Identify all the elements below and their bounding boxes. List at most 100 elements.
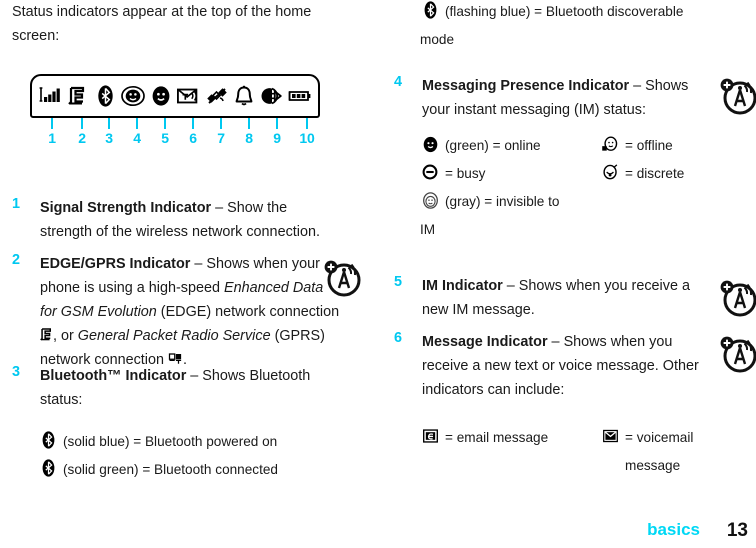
list-item-4-dash: – xyxy=(629,78,646,94)
list-item-1-number: 1 xyxy=(12,196,21,212)
manual-page: Status indicators appear at the top of t… xyxy=(0,0,756,548)
list-item-4-body: Messaging Presence Indicator – Shows you… xyxy=(422,74,712,122)
presence-status-list-left: (green) = online = busy (gray) = invisib… xyxy=(420,134,590,242)
battery-icon xyxy=(288,83,312,109)
callout-number-9: 9 xyxy=(273,130,281,146)
tip-antenna-icon xyxy=(322,258,362,298)
list-item-1-dash: – xyxy=(211,200,228,216)
bluetooth-status-text-3-wrap: mode xyxy=(420,32,455,47)
presence-row-invisible: (gray) = invisible to xyxy=(420,190,590,214)
list-item-4-number: 4 xyxy=(394,74,403,90)
list-item-6-title: Message Indicator xyxy=(422,334,548,350)
presence-discrete-icon xyxy=(600,162,620,182)
status-icon-row xyxy=(30,74,320,118)
list-item-2-text-2: (EDGE) network connection xyxy=(156,304,340,320)
page-footer: basics 13 xyxy=(0,512,756,542)
bluetooth-icon xyxy=(38,458,58,478)
presence-offline-icon xyxy=(600,134,620,154)
presence-discrete-text: = discrete xyxy=(625,166,685,181)
email-message-icon xyxy=(420,426,440,446)
bluetooth-status-row-1: (solid blue) = Bluetooth powered on xyxy=(38,430,338,454)
list-item-3-body: Bluetooth™ Indicator – Shows Bluetooth s… xyxy=(40,364,342,412)
ringer-bell-icon xyxy=(232,83,256,109)
tip-antenna-icon xyxy=(718,76,756,116)
message-voicemail-text: = voicemail xyxy=(625,430,694,445)
callout-number-8: 8 xyxy=(245,130,253,146)
list-item-5-dash: – xyxy=(502,278,519,294)
list-item-5-body: IM Indicator – Shows when you receive a … xyxy=(422,274,712,322)
list-item-6-body: Message Indicator – Shows when you recei… xyxy=(422,330,710,402)
presence-row-offline: = offline xyxy=(600,134,750,158)
bluetooth-icon xyxy=(94,83,118,109)
bluetooth-status-row-2: (solid green) = Bluetooth connected xyxy=(38,458,338,482)
message-icon xyxy=(176,83,201,109)
presence-online-icon xyxy=(420,134,440,154)
list-item-2-number: 2 xyxy=(12,252,21,268)
list-item-2-body: EDGE/GPRS Indicator – Shows when your ph… xyxy=(40,252,342,372)
voicemail-message-icon xyxy=(600,426,620,446)
edge-inline-icon xyxy=(40,328,53,344)
status-bar-figure: 1 2 3 4 5 6 7 8 9 10 xyxy=(30,74,330,152)
bluetooth-status-continued: (flashing blue) = Bluetooth discoverable… xyxy=(420,0,740,52)
callout-number-3: 3 xyxy=(105,130,113,146)
list-item-3: 3 Bluetooth™ Indicator – Shows Bluetooth… xyxy=(12,364,342,412)
list-item-5-title: IM Indicator xyxy=(422,278,503,294)
figure-callout-numbers: 1 2 3 4 5 6 7 8 9 10 xyxy=(30,130,320,150)
intro-paragraph: Status indicators appear at the top of t… xyxy=(12,4,312,44)
list-item-3-title: Bluetooth™ Indicator xyxy=(40,368,187,384)
edge-gprs-icon xyxy=(66,83,90,109)
list-item-1-body: Signal Strength Indicator – Show the str… xyxy=(40,196,342,244)
presence-invisible-text: (gray) = invisible to xyxy=(445,194,560,209)
footer-section-label: basics xyxy=(647,520,700,539)
bluetooth-status-text-2: (solid green) = Bluetooth connected xyxy=(63,462,278,477)
tip-antenna-icon xyxy=(718,278,756,318)
list-item-2-text-3: , or xyxy=(53,328,78,344)
list-item-5: 5 IM Indicator – Shows when you receive … xyxy=(394,274,724,322)
message-type-list-left: = email message xyxy=(420,426,595,454)
im-presence-icon xyxy=(121,83,146,109)
signal-strength-icon xyxy=(38,83,62,109)
list-item-2-italic-2: General Packet Radio Service xyxy=(77,328,271,344)
presence-offline-text: = offline xyxy=(625,138,673,153)
list-item-2: 2 EDGE/GPRS Indicator – Shows when your … xyxy=(12,252,342,372)
location-satellite-icon xyxy=(205,83,229,109)
callout-number-5: 5 xyxy=(161,130,169,146)
message-voicemail-text-wrap: message xyxy=(625,458,681,473)
call-forward-icon xyxy=(260,83,284,109)
message-row-email: = email message xyxy=(420,426,595,450)
list-item-3-number: 3 xyxy=(12,364,21,380)
bluetooth-icon xyxy=(420,0,440,20)
list-item-1: 1 Signal Strength Indicator – Show the s… xyxy=(12,196,342,244)
callout-number-10: 10 xyxy=(299,130,315,146)
presence-row-busy: = busy xyxy=(420,162,590,186)
presence-invisible-icon xyxy=(420,190,440,210)
presence-row-discrete: = discrete xyxy=(600,162,750,186)
presence-online-text: (green) = online xyxy=(445,138,541,153)
message-row-voicemail: = voicemail xyxy=(600,426,750,450)
bluetooth-icon xyxy=(38,430,58,450)
bluetooth-status-text-3: (flashing blue) = Bluetooth discoverable xyxy=(445,4,684,19)
list-item-1-title: Signal Strength Indicator xyxy=(40,200,212,216)
callout-number-6: 6 xyxy=(189,130,197,146)
presence-row-online: (green) = online xyxy=(420,134,590,158)
message-type-list-right: = voicemail message xyxy=(600,426,750,478)
im-message-icon xyxy=(149,83,173,109)
presence-busy-text: = busy xyxy=(445,166,486,181)
callout-number-7: 7 xyxy=(217,130,225,146)
list-item-2-dash: – xyxy=(190,256,207,272)
presence-status-list-right: = offline = discrete xyxy=(600,134,750,190)
presence-invisible-text-wrap: IM xyxy=(420,222,436,237)
list-item-3-dash: – xyxy=(186,368,203,384)
list-item-6-number: 6 xyxy=(394,330,403,346)
message-email-text: = email message xyxy=(445,430,549,445)
list-item-4: 4 Messaging Presence Indicator – Shows y… xyxy=(394,74,724,122)
list-item-5-number: 5 xyxy=(394,274,403,290)
presence-busy-icon xyxy=(420,162,440,182)
bluetooth-status-list: (solid blue) = Bluetooth powered on (sol… xyxy=(38,430,338,486)
callout-number-1: 1 xyxy=(48,130,56,146)
callout-number-2: 2 xyxy=(78,130,86,146)
callout-number-4: 4 xyxy=(133,130,141,146)
list-item-6-dash: – xyxy=(547,334,564,350)
footer-page-number: 13 xyxy=(726,520,748,541)
tip-antenna-icon xyxy=(718,334,756,374)
